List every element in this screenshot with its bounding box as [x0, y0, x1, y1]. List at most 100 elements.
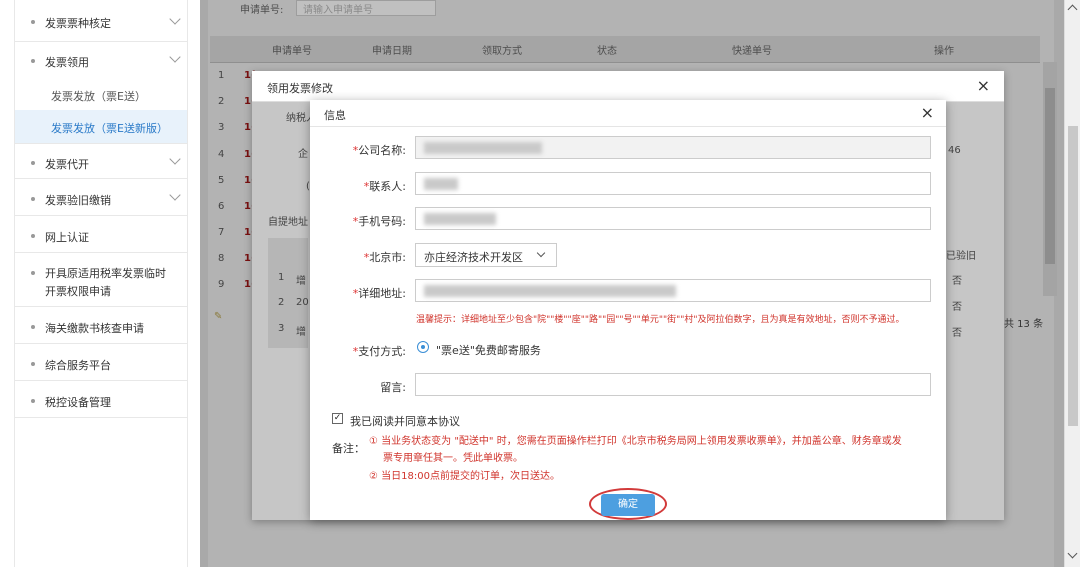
- row-number: 7: [218, 227, 225, 238]
- bullet-icon: [31, 59, 35, 63]
- dialog-header: 信息 ×: [310, 100, 946, 127]
- phone-field[interactable]: [415, 207, 931, 230]
- chevron-down-icon: [536, 248, 546, 258]
- district-select[interactable]: 亦庄经济技术开发区: [415, 243, 557, 267]
- row-cell: 增: [296, 276, 306, 287]
- background-value: 46: [948, 145, 961, 156]
- company-name-label: *公司名称:: [310, 142, 406, 158]
- city-label: *北京市:: [310, 249, 406, 265]
- label-text: 北京市:: [369, 251, 406, 264]
- sidebar-item-label: 综合服务平台: [45, 359, 111, 372]
- contact-label: *联系人:: [310, 178, 406, 194]
- chevron-down-icon: [169, 51, 181, 63]
- search-input[interactable]: 请输入申请单号: [296, 0, 436, 16]
- bullet-icon: [31, 362, 35, 366]
- note-label: 备注：: [332, 442, 365, 455]
- search-label: 申请单号:: [240, 5, 284, 16]
- company-name-field[interactable]: [415, 136, 931, 159]
- background-cell: 否: [952, 302, 962, 313]
- row-number: 1: [278, 272, 285, 283]
- bullet-icon: [31, 197, 35, 201]
- background-subtable: 1 增 2 20 3 增: [268, 238, 309, 348]
- row-number: 4: [218, 149, 225, 160]
- background-cell: 否: [952, 276, 962, 287]
- bullet-icon: [31, 20, 35, 24]
- confirm-button[interactable]: 确定: [601, 494, 655, 516]
- sidebar-item-label: 税控设备管理: [45, 396, 111, 409]
- bullet-icon: [31, 399, 35, 403]
- bullet-icon: [31, 234, 35, 238]
- bullet-icon: [31, 271, 35, 275]
- address-hint: 温馨提示：详细地址至少包含"院""楼""座""路""园""号""单元""街""村…: [416, 315, 905, 325]
- note-line: 票专用章任其一。凭此单收票。: [383, 453, 523, 464]
- district-select-value: 亦庄经济技术开发区: [424, 251, 523, 264]
- sidebar-item-label: 开具原适用税率发票临时: [45, 267, 166, 280]
- row-number: 1: [218, 70, 225, 81]
- note-line: ① 当业务状态变为 "配送中" 时，您需在页面操作栏打印《北京市税务局网上领用发…: [369, 436, 902, 447]
- background-column-header: 已验旧: [946, 251, 976, 262]
- column-header: 领取方式: [482, 46, 522, 57]
- sidebar-item-label: 发票票种核定: [45, 17, 111, 30]
- row-number: 3: [278, 323, 285, 334]
- background-label: 企: [298, 149, 308, 160]
- sidebar-item-invoice-type-approval[interactable]: 发票票种核定: [15, 0, 187, 42]
- label-text: 手机号码:: [358, 215, 406, 228]
- row-number: 8: [218, 253, 225, 264]
- sidebar-item-invoice-issuance[interactable]: 发票代开: [15, 143, 187, 179]
- sidebar-item-customs-verification[interactable]: 海关缴款书核查申请: [15, 307, 187, 344]
- page-scrollbar[interactable]: [1064, 0, 1080, 567]
- close-icon[interactable]: ×: [977, 76, 990, 95]
- row-number: 2: [218, 96, 225, 107]
- sidebar-subitem-e-delivery-new[interactable]: 发票发放（票E送新版）: [15, 110, 187, 143]
- agreement-label: 我已阅读并同意本协议: [350, 415, 460, 428]
- address-label: *详细地址:: [310, 285, 406, 301]
- sidebar-item-online-authentication[interactable]: 网上认证: [15, 216, 187, 253]
- search-placeholder: 请输入申请单号: [303, 5, 373, 16]
- row-number: 3: [218, 122, 225, 133]
- sidebar-item-service-platform[interactable]: 综合服务平台: [15, 344, 187, 381]
- column-header: 状态: [597, 46, 617, 57]
- table-scrollbar-thumb[interactable]: [1045, 88, 1055, 264]
- sidebar-item-label: 海关缴款书核查申请: [45, 322, 144, 335]
- page-scrollbar-thumb[interactable]: [1068, 126, 1078, 426]
- sidebar-item-invoice-verification[interactable]: 发票验旧缴销: [15, 179, 187, 216]
- row-cell: 增: [296, 327, 306, 338]
- sidebar-subitem-label: 发票发放（票E送）: [51, 90, 146, 103]
- row-number: 5: [218, 175, 225, 186]
- sidebar-item-label: 发票验旧缴销: [45, 194, 111, 207]
- outer-modal-title: 领用发票修改: [267, 82, 333, 95]
- dialog-title: 信息: [324, 109, 346, 122]
- outer-modal-header: 领用发票修改 ×: [252, 71, 1004, 102]
- redacted-value: [424, 142, 542, 154]
- chevron-down-icon: [169, 13, 181, 25]
- note-line: ② 当日18:00点前提交的订单，次日送达。: [369, 471, 560, 482]
- chevron-up-icon[interactable]: [1067, 4, 1078, 15]
- chevron-down-icon: [169, 189, 181, 201]
- payment-radio[interactable]: [417, 341, 429, 353]
- sidebar-item-temporary-permission[interactable]: 开具原适用税率发票临时 开票权限申请: [15, 253, 187, 307]
- sidebar-item-label: 发票领用: [45, 56, 89, 69]
- total-count: 共 13 条: [1004, 319, 1044, 330]
- label-text: 联系人:: [369, 180, 406, 193]
- phone-label: *手机号码:: [310, 213, 406, 229]
- chevron-down-icon[interactable]: [1067, 548, 1078, 559]
- sidebar-item-invoice-requisition[interactable]: 发票领用: [15, 42, 187, 78]
- sidebar-item-tax-device-management[interactable]: 税控设备管理: [15, 381, 187, 418]
- sidebar-item-label-line2: 开票权限申请: [45, 285, 111, 298]
- pencil-icon: ✎: [214, 311, 223, 322]
- label-text: 详细地址:: [358, 287, 406, 300]
- label-text: 公司名称:: [358, 144, 406, 157]
- sidebar-subitem-e-delivery[interactable]: 发票发放（票E送）: [15, 78, 187, 110]
- background-cell: 否: [952, 328, 962, 339]
- redacted-value: [424, 178, 458, 190]
- agreement-checkbox[interactable]: ✓: [332, 413, 343, 424]
- row-number: 9: [218, 279, 225, 290]
- address-field[interactable]: [415, 279, 931, 302]
- close-icon[interactable]: ×: [921, 103, 934, 122]
- column-header: 申请单号: [272, 46, 312, 57]
- contact-field[interactable]: [415, 172, 931, 195]
- message-field[interactable]: [415, 373, 931, 396]
- sidebar-item-label: 网上认证: [45, 231, 89, 244]
- bullet-icon: [31, 161, 35, 165]
- row-cell: 20: [296, 297, 309, 308]
